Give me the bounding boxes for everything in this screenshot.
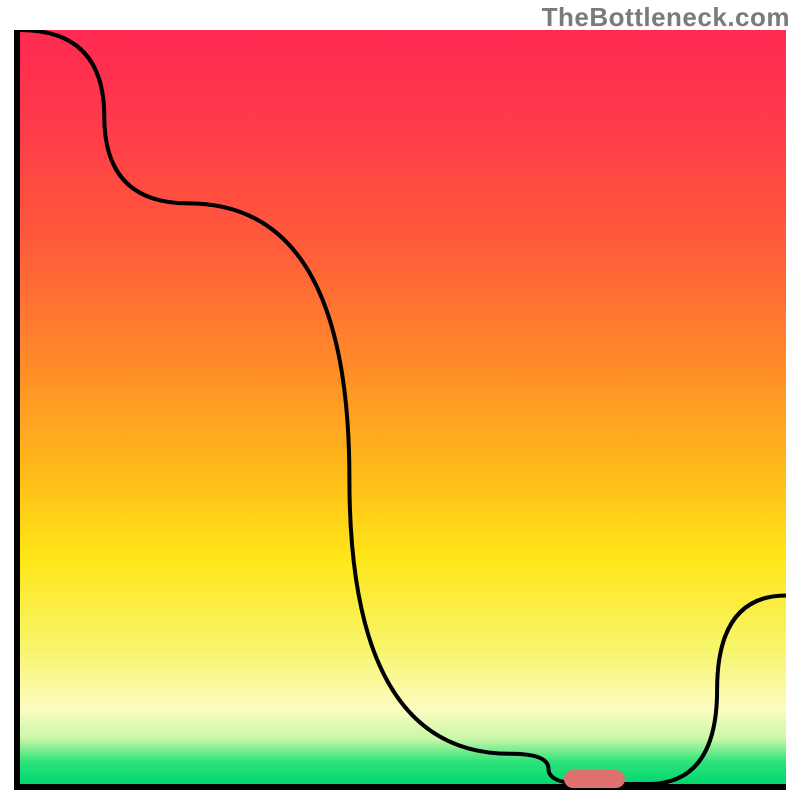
chart-stage: TheBottleneck.com (0, 0, 800, 800)
watermark-text: TheBottleneck.com (542, 2, 790, 33)
plot-frame (14, 30, 786, 790)
bottleneck-curve (20, 30, 786, 784)
curve-path (20, 30, 786, 784)
optimum-marker (564, 770, 625, 788)
